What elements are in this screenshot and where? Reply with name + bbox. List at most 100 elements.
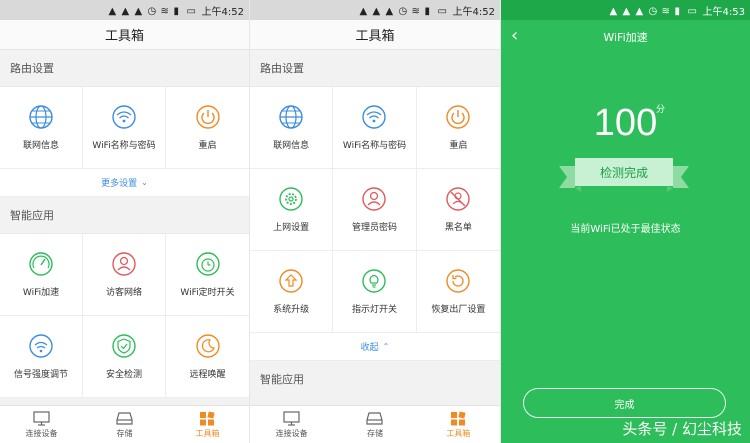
screen-toolbox-expanded: ▲ ▲ ▲ ◷ ≋ ▮ ▭ 上午4:52 工具箱 路由设置 联网信息 WiFi名称… [250, 0, 500, 443]
speedometer-icon [29, 252, 53, 276]
guest-icon [112, 252, 136, 276]
notification-icon: ▲ [635, 5, 644, 17]
clock-icon: ◷ [648, 5, 658, 17]
more-settings-button[interactable]: 更多设置 ⌄ [0, 169, 249, 197]
tab-toolbox[interactable]: 工具箱 [417, 406, 500, 443]
tool-cell-label: 访客网络 [105, 288, 142, 298]
tool-cell-label: 联网信息 [273, 141, 310, 151]
tool-cell[interactable]: 恢复出厂设置 [416, 251, 500, 333]
storage-icon [366, 411, 384, 425]
battery-icon: ▭ [186, 5, 196, 17]
tool-cell-label: 远程唤醒 [189, 370, 226, 380]
tool-cell-label: 恢复出厂设置 [431, 305, 486, 315]
blacklist-icon [446, 187, 471, 211]
tool-cell-label: 重启 [449, 141, 468, 151]
tab-label: 工具箱 [446, 428, 471, 438]
tool-cell[interactable]: 上网设置 [250, 169, 334, 251]
tool-cell-label: 信号强度调节 [13, 370, 68, 380]
tool-cell[interactable]: 系统升级 [250, 251, 334, 333]
tab-label: 连接设备 [25, 428, 58, 438]
router-grid: 联网信息 WiFi名称与密码 重启 [0, 86, 249, 169]
section-title-smart: 智能应用 [0, 197, 249, 233]
tool-cell[interactable]: 安全检测 [83, 316, 166, 398]
score-unit: 分 [656, 105, 666, 115]
storage-icon [116, 411, 133, 425]
tool-cell-label: 指示灯开关 [351, 305, 397, 315]
timer-icon [195, 252, 220, 276]
monitor-icon [283, 410, 300, 426]
status-time: 上午4:53 [702, 6, 745, 18]
clock-icon: ◷ [147, 5, 157, 17]
tool-cell[interactable]: 重启 [166, 87, 249, 169]
score-display: 100 分 [501, 102, 750, 145]
notification-icon: ▲ [372, 5, 381, 17]
tool-cell[interactable]: 管理员密码 [333, 169, 417, 251]
screen-wifi-accelerate: ▲ ▲ ▲ ◷ ≋ ▮ ▭ 上午4:53 ‹ WiFi加速 100 分 检测完成… [501, 0, 750, 443]
router-grid-full: 联网信息 WiFi名称与密码 重启上网设置 管理员密码 黑名单 系统升级 指示灯开关 恢复出厂… [250, 86, 500, 333]
accel-header: ‹ WiFi加速 [501, 20, 750, 54]
tool-cell[interactable]: WiFi名称与密码 [333, 87, 417, 169]
tool-cell[interactable]: 黑名单 [416, 169, 500, 251]
tool-cell[interactable]: WiFi定时开关 [166, 234, 249, 316]
tool-cell-label: 管理员密码 [351, 223, 397, 233]
status-time: 上午4:52 [452, 6, 495, 18]
tab-storage[interactable]: 存储 [83, 406, 166, 443]
moon-icon [195, 334, 220, 358]
screen-toolbox-collapsed: ▲ ▲ ▲ ◷ ≋ ▮ ▭ 上午4:52 工具箱 路由设置 联网信息 WiFi名称… [0, 0, 249, 443]
smart-apps-grid: WiFi加速 访客网络 WiFi定时开关信号强度调节 安全检测 远程唤醒 [0, 233, 249, 398]
status-bar: ▲ ▲ ▲ ◷ ≋ ▮ ▭ 上午4:53 [501, 0, 750, 20]
tab-monitor[interactable]: 连接设备 [250, 406, 333, 443]
power-icon [446, 105, 471, 129]
status-time: 上午4:52 [201, 6, 244, 18]
notification-icon: ▲ [622, 5, 631, 17]
collapse-label: 收起 [360, 343, 379, 353]
status-message: 当前WiFi已处于最佳状态 [570, 224, 681, 235]
admin-icon [362, 187, 387, 211]
tab-label: 工具箱 [195, 428, 220, 438]
tab-toolbox[interactable]: 工具箱 [166, 406, 249, 443]
tool-cell[interactable]: 信号强度调节 [0, 316, 83, 398]
tool-cell[interactable]: 重启 [416, 87, 500, 169]
tab-label: 连接设备 [275, 428, 308, 438]
detect-complete-badge: 检测完成 [599, 165, 648, 180]
tool-cell-label: 安全检测 [105, 370, 142, 380]
tool-cell[interactable]: 远程唤醒 [166, 316, 249, 398]
notification-icon: ▲ [121, 5, 130, 17]
page-title: 工具箱 [0, 20, 249, 50]
tool-cell-label: 联网信息 [22, 141, 59, 151]
shield-icon [112, 334, 136, 358]
accel-title: WiFi加速 [603, 31, 648, 44]
power-icon [195, 105, 220, 129]
clock-icon: ◷ [398, 5, 408, 17]
wifi-status-icon: ≋ [411, 5, 420, 17]
tool-cell[interactable]: 指示灯开关 [333, 251, 417, 333]
tab-storage[interactable]: 存储 [333, 406, 416, 443]
done-button[interactable]: 完成 [523, 388, 726, 418]
status-bar: ▲ ▲ ▲ ◷ ≋ ▮ ▭ 上午4:52 [250, 0, 500, 20]
tool-cell-label: WiFi名称与密码 [342, 141, 407, 151]
signal-status-icon: ▮ [674, 5, 681, 17]
tool-cell[interactable]: 联网信息 [0, 87, 83, 169]
tool-cell[interactable]: 访客网络 [83, 234, 166, 316]
tab-monitor[interactable]: 连接设备 [0, 406, 83, 443]
bottom-tab-bar: 连接设备 存储 工具箱 [0, 405, 249, 443]
tab-label: 存储 [366, 428, 383, 438]
upgrade-icon [279, 269, 303, 293]
status-bar: ▲ ▲ ▲ ◷ ≋ ▮ ▭ 上午4:52 [0, 0, 249, 20]
wifi-icon [112, 105, 136, 129]
collapse-button[interactable]: 收起 ⌃ [250, 333, 500, 361]
signal-icon [29, 334, 53, 358]
section-title-router: 路由设置 [250, 50, 500, 86]
section-title-smart: 智能应用 [250, 361, 500, 397]
back-arrow-icon[interactable]: ‹ [511, 27, 518, 45]
signal-status-icon: ▮ [173, 5, 180, 17]
tool-cell-label: WiFi定时开关 [180, 288, 235, 298]
toolbox-icon [450, 410, 466, 425]
tool-cell[interactable]: WiFi加速 [0, 234, 83, 316]
bottom-tab-bar: 连接设备 存储 工具箱 [250, 405, 500, 443]
tool-cell-label: WiFi名称与密码 [92, 141, 156, 151]
notification-icon: ▲ [385, 5, 394, 17]
wifi-icon [362, 105, 387, 129]
tool-cell[interactable]: WiFi名称与密码 [83, 87, 166, 169]
tool-cell[interactable]: 联网信息 [250, 87, 334, 169]
